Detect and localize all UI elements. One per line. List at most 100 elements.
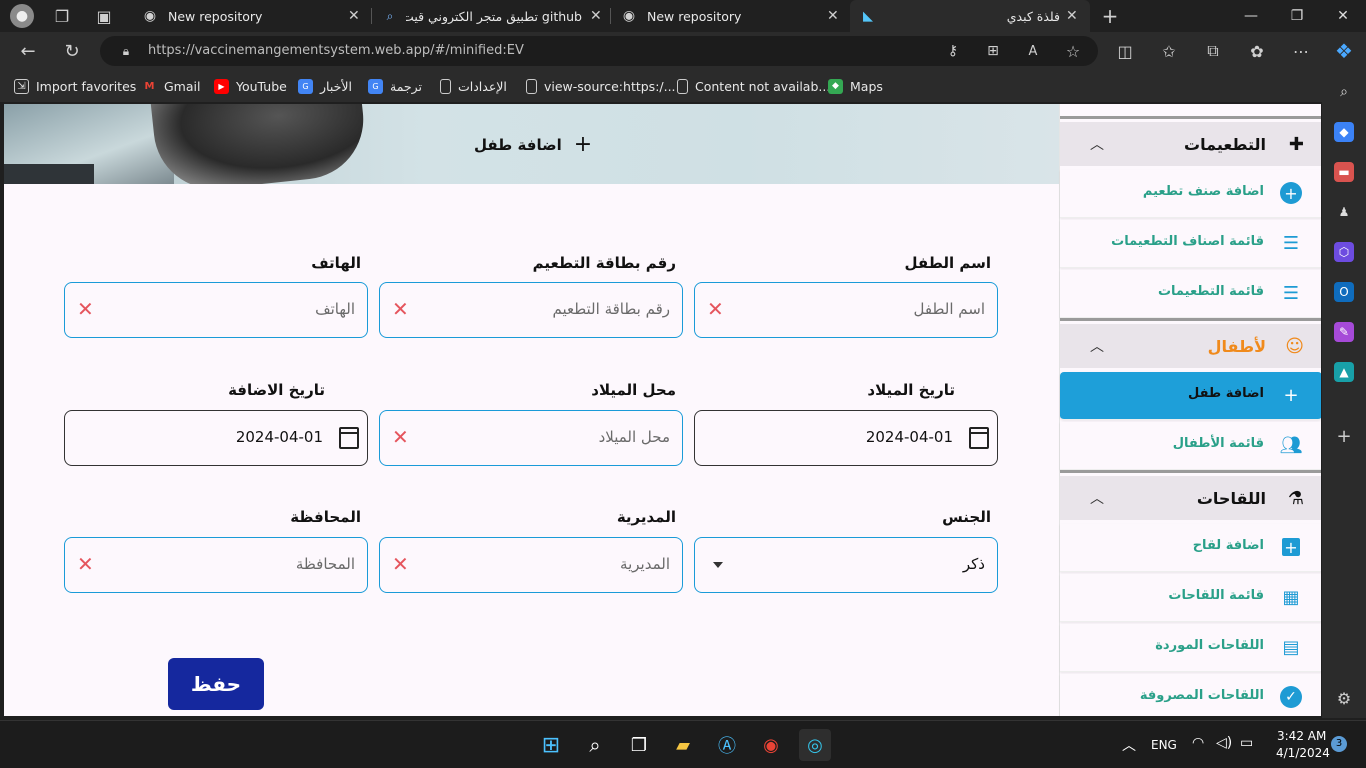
nav-vaccines-list[interactable]: ▦ قائمة اللقاحات xyxy=(1060,574,1321,622)
favorite-star-icon[interactable]: ☆ xyxy=(1064,42,1082,61)
vertical-tabs-icon[interactable]: ▣ xyxy=(94,6,114,26)
plus-icon: + xyxy=(1283,384,1299,406)
clear-icon[interactable]: ✕ xyxy=(392,425,409,449)
section-title: التطعيمات xyxy=(1184,134,1266,154)
gender-select[interactable]: ذكر xyxy=(694,537,998,593)
workspaces-icon[interactable]: ❐ xyxy=(52,6,72,26)
clock-date[interactable]: 4/1/2024 xyxy=(1276,746,1330,760)
outlook-icon[interactable]: O xyxy=(1334,282,1354,302)
chevron-up-icon[interactable]: ︿ xyxy=(1090,134,1104,154)
tab-new-repository-1[interactable]: ◉ New repository ✕ xyxy=(132,0,370,32)
fav-news[interactable]: G الأخبار xyxy=(298,70,352,102)
fav-maps[interactable]: ◆ Maps xyxy=(828,70,883,102)
nav-add-child[interactable]: + اضافة طفل xyxy=(1060,372,1321,420)
refresh-icon[interactable]: ↻ xyxy=(60,40,84,62)
save-button[interactable]: حفظ xyxy=(168,658,264,710)
dropdown-arrow-icon[interactable] xyxy=(713,562,723,568)
section-vaccines[interactable]: ⚗ اللقاحات ︿ xyxy=(1060,476,1321,520)
nav-vaccinations-list[interactable]: ☰ قائمة التطعيمات xyxy=(1060,270,1321,318)
language-indicator[interactable]: ENG xyxy=(1151,738,1177,752)
copilot-icon[interactable]: ❖ xyxy=(1332,38,1356,64)
browser-tab-strip: ● ❐ ▣ ◉ New repository ✕ ⌕ github تطبيق … xyxy=(0,0,1366,32)
volume-icon[interactable]: ◁) xyxy=(1216,735,1232,751)
chevron-up-icon[interactable]: ︿ xyxy=(1090,336,1104,356)
games-icon[interactable]: ♟ xyxy=(1334,202,1354,222)
chevron-up-icon[interactable]: ︿ xyxy=(1090,488,1104,508)
chrome-icon[interactable]: ◉ xyxy=(755,729,787,761)
battery-icon[interactable]: ▭ xyxy=(1240,735,1253,751)
designer-icon[interactable]: ✎ xyxy=(1334,322,1354,342)
search-icon[interactable]: ⌕ xyxy=(579,729,611,761)
microsoft365-icon[interactable]: ⬡ xyxy=(1334,242,1354,262)
nav-add-vaccination-type[interactable]: + اضافة صنف تطعيم xyxy=(1060,170,1321,218)
calendar-icon[interactable] xyxy=(969,427,989,449)
close-window-icon[interactable]: ✕ xyxy=(1320,0,1366,32)
new-tab-icon[interactable]: + xyxy=(1098,4,1122,28)
fav-translate[interactable]: G ترجمة xyxy=(368,70,422,102)
close-tab-icon[interactable]: ✕ xyxy=(348,8,360,24)
fav-content[interactable]: Content not availab... xyxy=(677,70,830,102)
section-children[interactable]: ☺ لأطفال ︿ xyxy=(1060,324,1321,368)
governorate-field[interactable]: المحافظة ✕ xyxy=(64,537,368,593)
tab-active-app[interactable]: ◣ فلذة كبدي ✕ xyxy=(850,0,1090,32)
app-store-icon[interactable]: Ⓐ xyxy=(711,729,743,761)
apps-icon[interactable]: ⊞ xyxy=(984,42,1002,60)
extensions-icon[interactable]: ✿ xyxy=(1246,40,1268,62)
vaccine-card-field[interactable]: رقم بطاقة التطعيم ✕ xyxy=(379,282,683,338)
shopping-icon[interactable]: ◆ xyxy=(1334,122,1354,142)
gender-label: الجنس xyxy=(942,508,991,526)
fav-youtube[interactable]: ▶ YouTube xyxy=(214,70,287,102)
profile-avatar-icon[interactable]: ● xyxy=(10,4,34,28)
nav-dispensed-vaccines[interactable]: ✓ اللقاحات المصروفة xyxy=(1060,674,1321,716)
phone-field[interactable]: الهاتف ✕ xyxy=(64,282,368,338)
favorites-icon[interactable]: ✩ xyxy=(1158,40,1180,62)
section-vaccinations[interactable]: ✚ التطعيمات ︿ xyxy=(1060,122,1321,166)
restore-icon[interactable]: ❐ xyxy=(1274,0,1320,32)
nav-children-list[interactable]: 👥︎ قائمة الأطفال xyxy=(1060,422,1321,470)
fav-gmail[interactable]: M Gmail xyxy=(142,70,201,102)
directorate-field[interactable]: المديرية ✕ xyxy=(379,537,683,593)
split-screen-icon[interactable]: ◫ xyxy=(1114,40,1136,62)
tools-icon[interactable]: ▬ xyxy=(1334,162,1354,182)
start-icon[interactable]: ⊞ xyxy=(535,729,567,761)
clock-time[interactable]: 3:42 AM xyxy=(1277,729,1326,743)
read-aloud-icon[interactable]: A xyxy=(1024,42,1042,60)
close-tab-icon[interactable]: ✕ xyxy=(1066,8,1078,24)
task-view-icon[interactable]: ❐ xyxy=(623,729,655,761)
nav-vaccination-types-list[interactable]: ☰ قائمة اصناف التطعيمات xyxy=(1060,220,1321,268)
add-icon[interactable]: + xyxy=(1334,426,1354,447)
calendar-icon[interactable] xyxy=(339,427,359,449)
notification-badge[interactable]: 3 xyxy=(1331,736,1347,752)
fav-import[interactable]: ⇲ Import favorites xyxy=(14,70,136,102)
clear-icon[interactable]: ✕ xyxy=(392,297,409,321)
drop-icon[interactable]: ▲ xyxy=(1334,362,1354,382)
clear-icon[interactable]: ✕ xyxy=(707,297,724,321)
minimize-icon[interactable]: — xyxy=(1228,0,1274,32)
clear-icon[interactable]: ✕ xyxy=(77,552,94,576)
url-bar[interactable]: 🔒︎ https://vaccinemangementsystem.web.ap… xyxy=(100,36,1098,66)
tab-search[interactable]: ⌕ github تطبيق متجر الكتروني قيت هب ✕ xyxy=(372,0,610,32)
tab-new-repository-2[interactable]: ◉ New repository ✕ xyxy=(611,0,849,32)
wifi-icon[interactable]: ◠ xyxy=(1192,735,1204,751)
search-icon[interactable]: ⌕ xyxy=(1334,82,1354,102)
collections-icon[interactable]: ⧉ xyxy=(1202,40,1224,62)
close-tab-icon[interactable]: ✕ xyxy=(590,8,602,24)
show-hidden-icons[interactable]: ︿ xyxy=(1122,735,1136,755)
birth-place-field[interactable]: محل الميلاد ✕ xyxy=(379,410,683,466)
close-tab-icon[interactable]: ✕ xyxy=(827,8,839,24)
birth-date-field[interactable]: 2024-04-01 xyxy=(694,410,998,466)
clear-icon[interactable]: ✕ xyxy=(392,552,409,576)
add-date-field[interactable]: 2024-04-01 xyxy=(64,410,368,466)
child-name-field[interactable]: اسم الطفل ✕ xyxy=(694,282,998,338)
file-explorer-icon[interactable]: ▰ xyxy=(667,729,699,761)
more-icon[interactable]: ⋯ xyxy=(1290,40,1312,62)
nav-supplied-vaccines[interactable]: ▤ اللقاحات الموردة xyxy=(1060,624,1321,672)
fav-view-source[interactable]: view-source:https:/... xyxy=(526,70,676,102)
clear-icon[interactable]: ✕ xyxy=(77,297,94,321)
back-icon[interactable]: ← xyxy=(16,40,40,62)
settings-icon[interactable]: ⚙ xyxy=(1334,688,1354,708)
key-icon[interactable]: ⚷ xyxy=(944,42,962,60)
edge-icon[interactable]: ◎ xyxy=(799,729,831,761)
nav-add-vaccine[interactable]: + اضافة لقاح xyxy=(1060,524,1321,572)
fav-settings[interactable]: الإعدادات xyxy=(440,70,507,102)
